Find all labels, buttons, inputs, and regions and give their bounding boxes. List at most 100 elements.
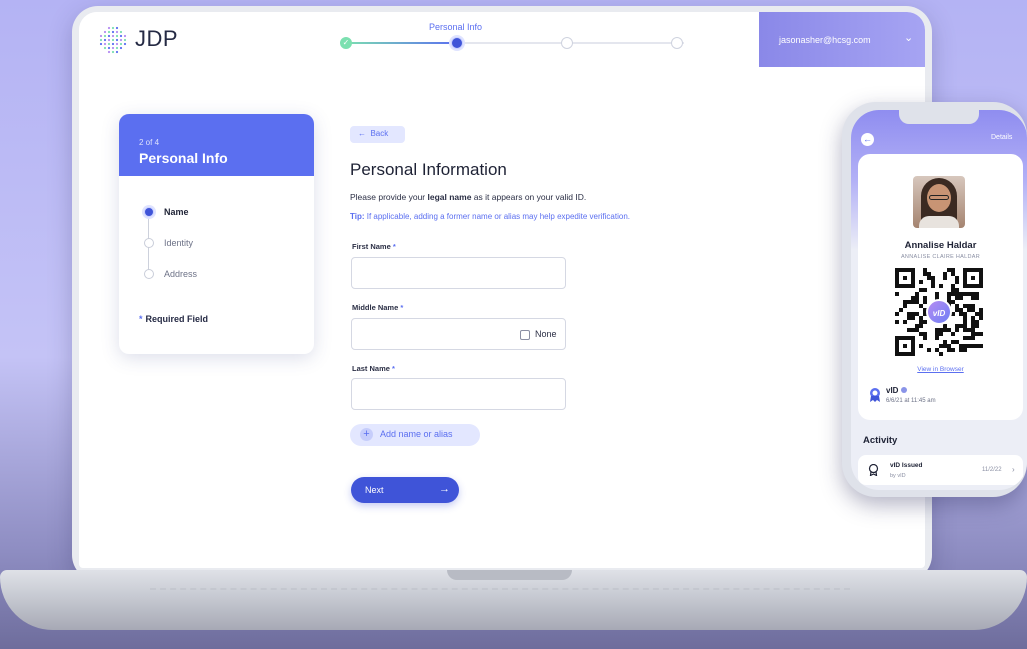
- phone-notch: [899, 110, 979, 124]
- required-star: *: [400, 303, 404, 312]
- qr-module: [915, 312, 919, 316]
- first-name-input[interactable]: [351, 257, 566, 289]
- progress-step-1-check-icon: ✓: [340, 37, 352, 49]
- qr-module: [951, 340, 955, 344]
- logo-dot: [107, 34, 111, 38]
- logo-dot: [115, 30, 119, 34]
- qr-module: [919, 320, 923, 324]
- phone-details-link[interactable]: Details: [991, 134, 1012, 141]
- laptop-hinge-detail: [150, 588, 850, 592]
- logo-dot: [107, 38, 111, 42]
- laptop-base-notch: [447, 570, 572, 580]
- qr-module: [939, 328, 943, 332]
- arrow-left-icon[interactable]: ←: [861, 133, 874, 146]
- qr-module: [907, 328, 911, 332]
- qr-module: [915, 328, 919, 332]
- logo-dot: [119, 38, 123, 42]
- activity-item[interactable]: vID Issued by vID 11/2/22 ›: [858, 455, 1023, 485]
- qr-module: [975, 324, 979, 328]
- progress-fill: [344, 42, 457, 44]
- qr-module: [947, 296, 951, 300]
- form-description: Please provide your legal name as it app…: [350, 192, 586, 202]
- qr-module: [971, 292, 975, 296]
- plus-icon: +: [360, 428, 373, 441]
- qr-module: [959, 296, 963, 300]
- vid-logo-icon: vID: [926, 299, 952, 325]
- qr-module: [911, 328, 915, 332]
- form-description-post: as it appears on your valid ID.: [471, 192, 587, 202]
- qr-module: [975, 312, 979, 316]
- qr-module: [967, 336, 971, 340]
- qr-module: [931, 276, 935, 280]
- digital-id-card: Annalise Haldar ANNALISE CLAIRE HALDAR v…: [858, 154, 1023, 420]
- qr-module: [919, 344, 923, 348]
- qr-module: [903, 344, 907, 348]
- substep-dot-identity: [144, 238, 154, 248]
- view-in-browser-link[interactable]: View in Browser: [858, 366, 1023, 373]
- logo-dot: [115, 26, 119, 30]
- none-checkbox[interactable]: [520, 330, 530, 340]
- qr-module: [971, 344, 975, 348]
- qr-module: [923, 288, 927, 292]
- back-button-label: Back: [370, 129, 389, 138]
- qr-module: [943, 276, 947, 280]
- last-name-input[interactable]: [351, 378, 566, 410]
- qr-module: [919, 324, 923, 328]
- qr-module: [923, 336, 927, 340]
- qr-module: [975, 292, 979, 296]
- app-header: JDP Personal Info ✓ jasonasher@hcsg.com …: [79, 12, 925, 67]
- logo-dot: [99, 42, 103, 46]
- qr-module: [955, 328, 959, 332]
- qr-module: [895, 320, 899, 324]
- qr-module: [947, 344, 951, 348]
- logo-dot: [111, 34, 115, 38]
- qr-module: [927, 272, 931, 276]
- add-name-or-alias-label: Add name or alias: [380, 429, 453, 439]
- required-star: *: [392, 242, 396, 251]
- user-menu[interactable]: jasonasher@hcsg.com ⌄: [759, 12, 925, 67]
- qr-module: [951, 348, 955, 352]
- middle-name-input[interactable]: [351, 318, 566, 350]
- qr-module: [939, 332, 943, 336]
- next-button[interactable]: Next →: [351, 477, 459, 503]
- step-count: 2 of 4: [139, 138, 160, 147]
- qr-module: [915, 300, 919, 304]
- app-logo-text[interactable]: JDP: [135, 26, 178, 52]
- substep-identity[interactable]: Identity: [164, 238, 193, 248]
- first-name-label: First Name *: [352, 242, 396, 251]
- add-name-or-alias-button[interactable]: + Add name or alias: [350, 424, 480, 446]
- qr-module: [951, 332, 955, 336]
- logo-dot: [115, 38, 119, 42]
- qr-module: [971, 316, 975, 320]
- logo-dot: [115, 50, 119, 54]
- progress-step-3: [561, 37, 573, 49]
- qr-module: [955, 288, 959, 292]
- qr-code[interactable]: vID: [895, 268, 983, 356]
- none-checkbox-label[interactable]: None: [535, 329, 557, 339]
- qr-module: [911, 312, 915, 316]
- substep-address[interactable]: Address: [164, 269, 197, 279]
- qr-module: [903, 300, 907, 304]
- form-tip: Tip: If applicable, adding a former name…: [350, 212, 630, 221]
- qr-module: [979, 312, 983, 316]
- laptop-screen: JDP Personal Info ✓ jasonasher@hcsg.com …: [79, 12, 925, 568]
- qr-module: [931, 284, 935, 288]
- qr-module: [955, 324, 959, 328]
- qr-module: [939, 344, 943, 348]
- last-name-label: Last Name *: [352, 364, 395, 373]
- substep-name[interactable]: Name: [164, 207, 189, 217]
- chevron-down-icon[interactable]: ⌄: [904, 31, 913, 44]
- qr-module: [939, 284, 943, 288]
- back-button[interactable]: ← Back: [350, 126, 405, 143]
- logo-dot: [107, 42, 111, 46]
- qr-module: [975, 332, 979, 336]
- qr-module: [947, 292, 951, 296]
- logo-dot: [115, 42, 119, 46]
- qr-module: [955, 340, 959, 344]
- required-field-label: Required Field: [145, 314, 209, 324]
- qr-module: [903, 276, 907, 280]
- qr-module: [959, 344, 963, 348]
- id-holder-legal-name: ANNALISE CLAIRE HALDAR: [900, 254, 981, 260]
- last-name-label-text: Last Name: [352, 364, 390, 373]
- avatar-body: [919, 216, 959, 228]
